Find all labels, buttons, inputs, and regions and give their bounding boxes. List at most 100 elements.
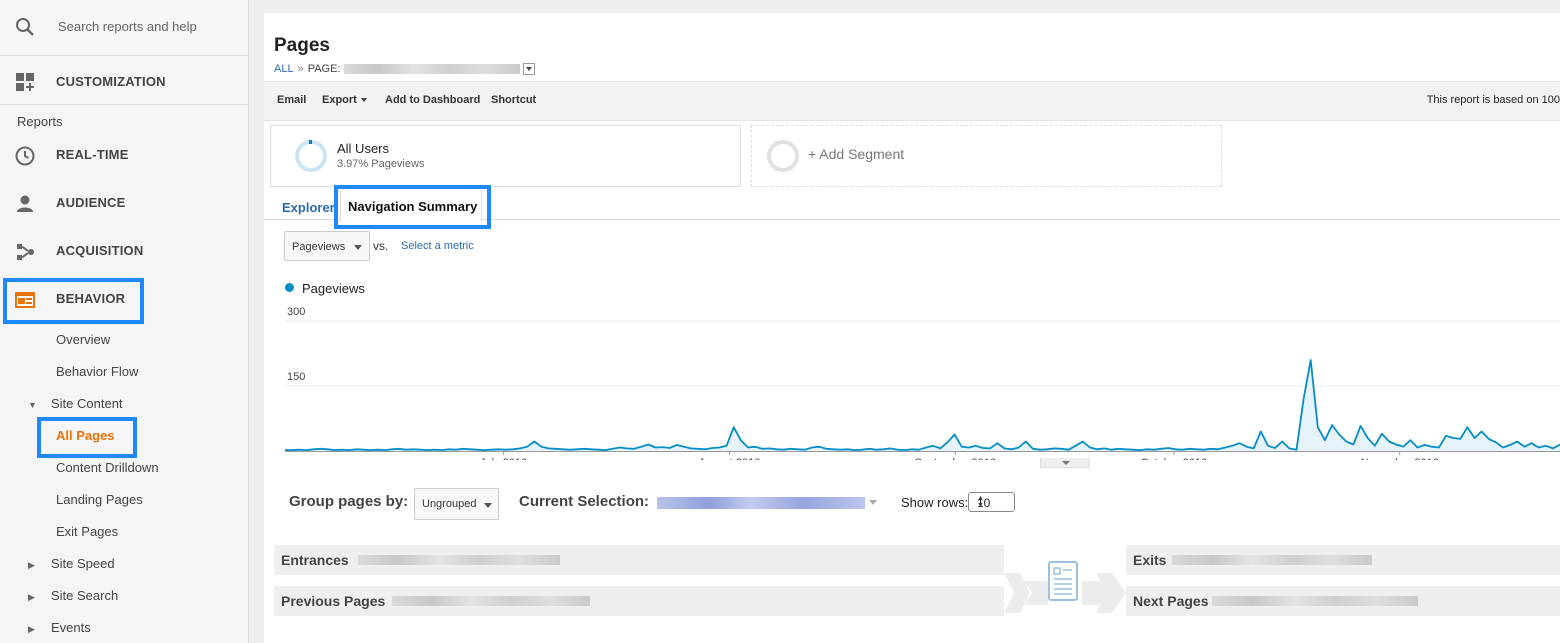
segment-name: All Users (337, 141, 390, 156)
redacted-exits (1172, 555, 1372, 565)
group-label: Site Speed (51, 556, 115, 571)
x-tick-label: October 2016 (1141, 457, 1208, 460)
sidebar-subitem-overview[interactable]: Overview (56, 332, 110, 347)
entrances-label: Entrances (281, 552, 349, 568)
sidebar-item-label: ACQUISITION (56, 243, 144, 258)
empty-segment-icon (767, 140, 799, 172)
sidebar-subitem-exit-pages[interactable]: Exit Pages (56, 524, 118, 539)
sidebar-group-site-speed[interactable]: ▶ Site Speed (28, 556, 115, 571)
navigation-summary-highlight (334, 185, 491, 229)
add-to-dashboard-button[interactable]: Add to Dashboard (385, 94, 480, 106)
breadcrumb-dropdown[interactable] (522, 63, 535, 76)
x-tick-label: November 2016 (1361, 457, 1439, 460)
redacted-previous-pages (392, 596, 590, 606)
metric-value: Pageviews (292, 241, 346, 253)
breadcrumb-page-label: PAGE: (307, 63, 341, 75)
sidebar-group-events[interactable]: ▶ Events (28, 620, 91, 635)
behavior-highlight (3, 278, 144, 324)
redacted-page-path (343, 64, 520, 75)
current-selection-label: Current Selection: (519, 493, 650, 510)
sidebar-group-site-search[interactable]: ▶ Site Search (28, 588, 118, 603)
group-pages-label: Group pages by: (289, 493, 409, 510)
breadcrumb-all-link[interactable]: ALL (274, 63, 294, 75)
sidebar-subitem-behavior-flow[interactable]: Behavior Flow (56, 364, 138, 379)
entrances-bar[interactable]: Entrances (274, 545, 1004, 575)
search-input[interactable]: Search reports and help (58, 19, 197, 34)
customization-icon (16, 73, 36, 98)
y-tick-label: 300 (287, 306, 305, 318)
sidebar-search[interactable]: Search reports and help (0, 0, 248, 56)
sidebar-item-realtime[interactable]: REAL-TIME (0, 135, 248, 175)
add-segment-button[interactable]: + Add Segment (751, 125, 1222, 187)
chevron-down-icon (360, 98, 367, 103)
legend-label: Pageviews (302, 281, 365, 297)
current-selection-dropdown[interactable] (657, 494, 877, 512)
exits-bar[interactable]: Exits (1126, 545, 1560, 575)
x-tick-label: July 2016 (480, 457, 527, 460)
chart-collapse-handle[interactable] (1040, 458, 1090, 468)
group-pages-dropdown[interactable]: Ungrouped (414, 488, 499, 520)
clock-icon (14, 145, 36, 172)
sidebar-subitem-landing-pages[interactable]: Landing Pages (56, 492, 143, 507)
previous-pages-label: Previous Pages (281, 593, 386, 609)
chevron-down-icon (484, 503, 492, 508)
caret-right-icon: ▶ (28, 560, 35, 570)
acquisition-icon (14, 241, 36, 268)
caret-right-icon: ▶ (28, 592, 35, 602)
tab-explorer[interactable]: Explorer (282, 200, 335, 215)
chart-legend: Pageviews (285, 280, 365, 296)
sidebar-item-label: CUSTOMIZATION (56, 74, 166, 89)
all-pages-highlight (37, 417, 137, 458)
segment-all-users[interactable]: All Users 3.97% Pageviews (270, 125, 741, 187)
report-panel: Pages ALL» PAGE: Email Export Add to Dash… (264, 13, 1560, 643)
sidebar-item-label: REAL-TIME (56, 147, 129, 162)
sidebar-group-site-content[interactable]: ▼ Site Content (28, 396, 123, 411)
stepper-icon: ▲ ▼ (977, 495, 984, 509)
shortcut-button[interactable]: Shortcut (491, 94, 536, 106)
previous-pages-bar[interactable]: Previous Pages (274, 586, 1004, 616)
vs-label: vs. (373, 239, 389, 253)
sidebar-subitem-content-drilldown[interactable]: Content Drilldown (56, 460, 159, 475)
segment-share: 3.97% Pageviews (337, 158, 425, 170)
redacted-entrances (358, 555, 560, 565)
breadcrumb-separator: » (297, 63, 304, 75)
caret-right-icon: ▶ (28, 624, 35, 634)
sampling-note: This report is based on 100 (1426, 94, 1560, 106)
add-segment-label: + Add Segment (808, 146, 905, 162)
show-rows-label: Show rows: (901, 495, 969, 510)
search-icon (14, 16, 36, 43)
sidebar: Search reports and help CUSTOMIZATION Re… (0, 0, 249, 643)
group-label: Events (51, 620, 91, 635)
exits-label: Exits (1133, 552, 1167, 568)
person-icon (14, 193, 36, 220)
series-line (285, 359, 1560, 451)
pageviews-chart[interactable]: 300 150 July 2016 August 2016 September 2016… (264, 300, 1560, 460)
reports-heading: Reports (17, 114, 63, 129)
legend-dot (285, 283, 294, 292)
sidebar-item-acquisition[interactable]: ACQUISITION (0, 231, 248, 271)
group-pages-value: Ungrouped (422, 498, 477, 510)
redacted-selection (657, 496, 865, 509)
group-label: Site Content (51, 396, 123, 411)
export-button[interactable]: Export (322, 94, 367, 106)
chevron-down-icon (869, 500, 877, 506)
report-toolbar: Email Export Add to Dashboard Shortcut T… (264, 81, 1560, 121)
next-pages-bar[interactable]: Next Pages (1126, 586, 1560, 616)
select-metric-link[interactable]: Select a metric (401, 240, 474, 252)
sidebar-item-customization[interactable]: CUSTOMIZATION (0, 57, 248, 105)
email-button[interactable]: Email (277, 94, 306, 106)
segment-donut-icon (295, 140, 327, 172)
x-tick-label: September 2016 (915, 457, 996, 460)
group-label: Site Search (51, 588, 119, 603)
page-title: Pages (274, 35, 330, 56)
page-flow-icon (1004, 561, 1126, 613)
metric-dropdown[interactable]: Pageviews (284, 231, 370, 261)
y-tick-label: 150 (287, 371, 305, 383)
sidebar-item-audience[interactable]: AUDIENCE (0, 183, 248, 223)
sidebar-item-label: AUDIENCE (56, 195, 126, 210)
redacted-next-pages (1212, 596, 1418, 606)
next-pages-label: Next Pages (1133, 593, 1209, 609)
export-label: Export (322, 94, 357, 106)
x-tick-label: August 2016 (699, 457, 761, 460)
show-rows-select[interactable]: 10 ▲ ▼ (968, 492, 1015, 512)
